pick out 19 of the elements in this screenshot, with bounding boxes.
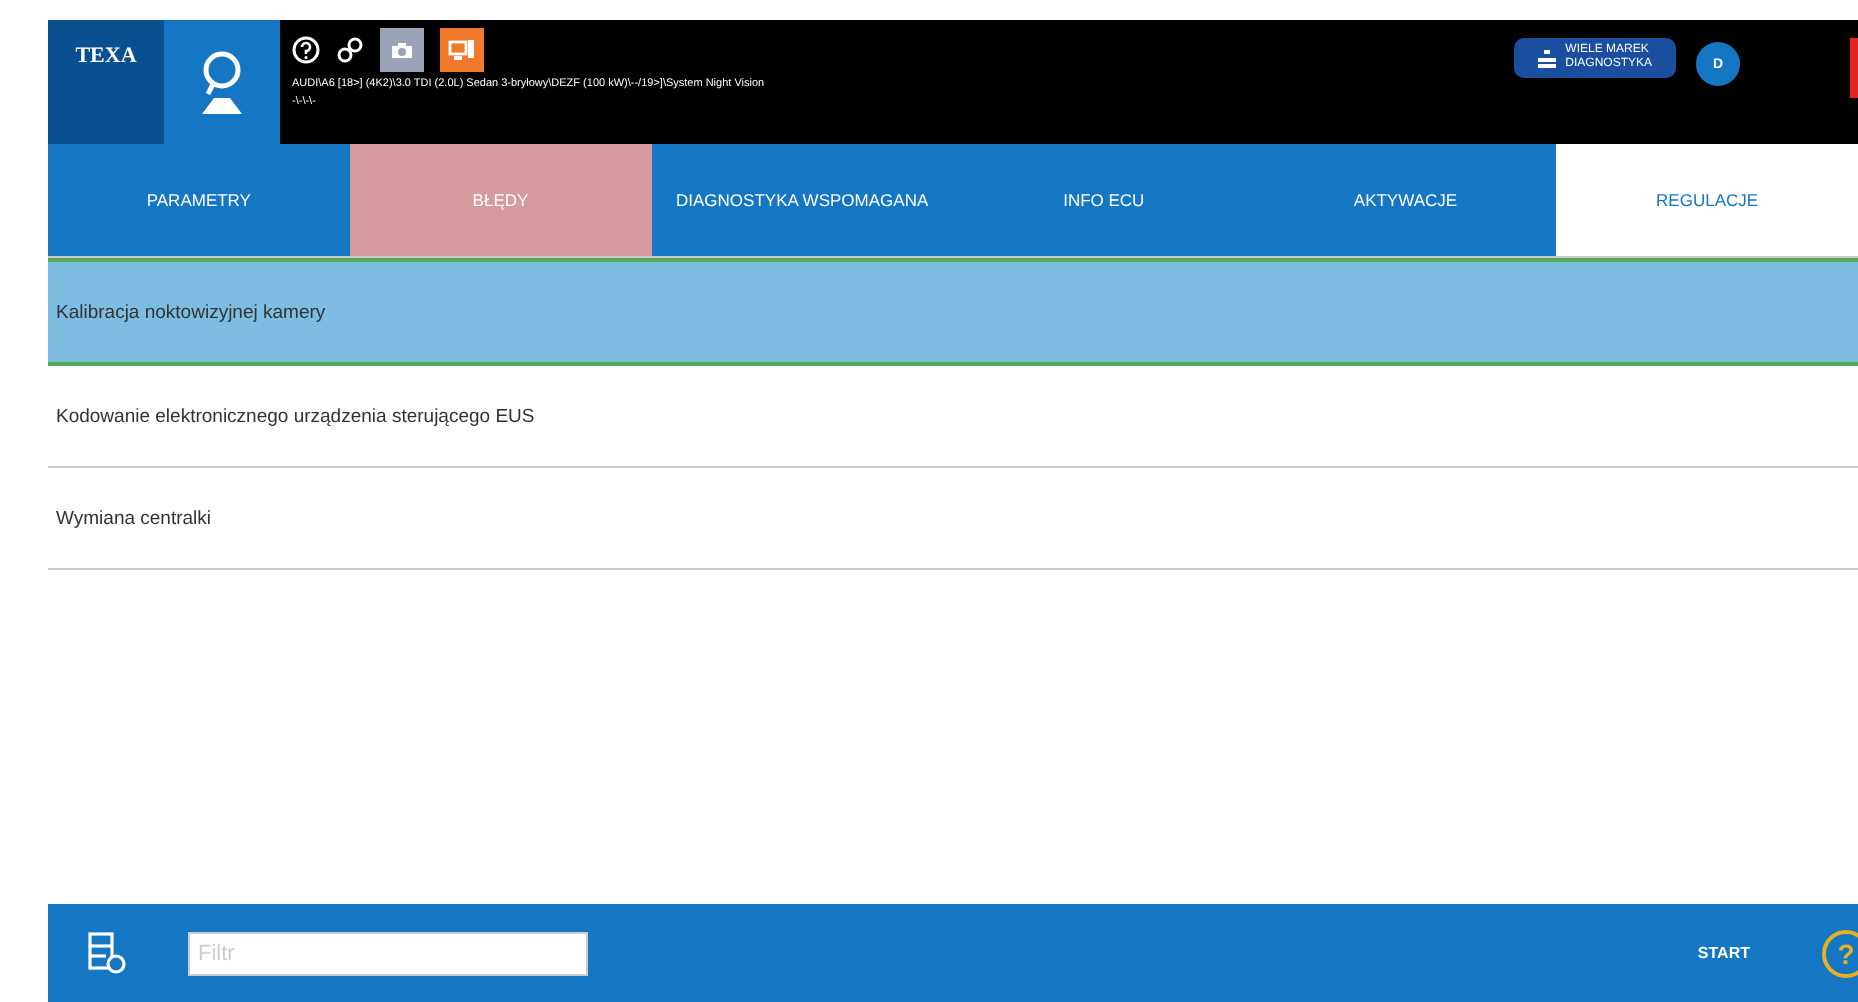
help-button[interactable]: ?	[1822, 929, 1858, 977]
list-item[interactable]: Kalibracja noktowizyjnej kamery	[48, 258, 1858, 366]
camera-button[interactable]	[380, 28, 424, 72]
link-icon[interactable]	[336, 36, 364, 64]
tab[interactable]: DIAGNOSTYKA WSPOMAGANA	[651, 144, 953, 256]
tab[interactable]: AKTYWACJE	[1254, 144, 1557, 256]
help-icon[interactable]	[292, 36, 320, 64]
camera-icon	[390, 40, 414, 60]
logo: TEXA	[48, 20, 164, 144]
tab[interactable]: INFO ECU	[952, 144, 1255, 256]
list-settings-icon[interactable]	[88, 931, 128, 975]
tab[interactable]: BŁĘDY	[349, 144, 652, 256]
diagnostic-icon	[1537, 49, 1556, 67]
start-button[interactable]: START	[1685, 942, 1762, 964]
search-person-icon	[196, 48, 248, 116]
tab[interactable]: PARAMETRY	[48, 144, 350, 256]
device-icon	[448, 38, 476, 62]
search-button[interactable]	[164, 20, 280, 144]
device-button[interactable]	[440, 28, 484, 72]
